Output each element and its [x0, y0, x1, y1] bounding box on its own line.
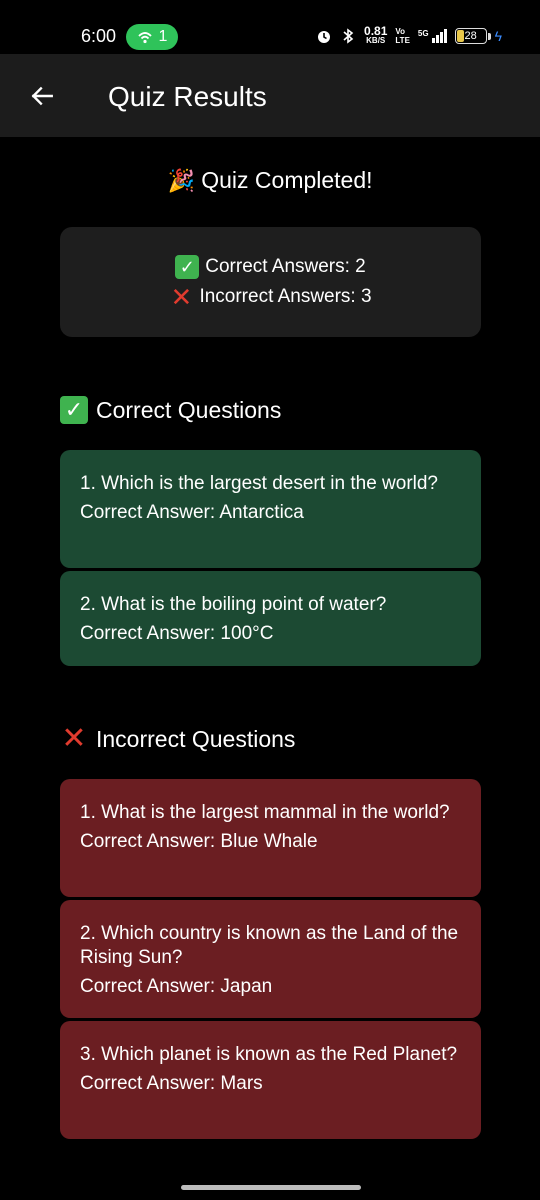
cross-mark-icon: ✕ [61, 722, 87, 755]
volte-indicator: Vo LTE [395, 27, 410, 45]
hotspot-icon [137, 32, 152, 44]
incorrect-count-line: ✕ Incorrect Answers: 3 [169, 282, 372, 312]
home-indicator[interactable] [181, 1185, 361, 1190]
back-button[interactable] [22, 76, 62, 116]
correct-count-text: Correct Answers: 2 [205, 256, 366, 277]
answer-text: Correct Answer: 100°C [80, 623, 274, 644]
arrow-left-icon [31, 86, 53, 106]
incorrect-count-text: Incorrect Answers: 3 [199, 286, 372, 307]
question-text: 2. Which country is known as the Land of… [80, 923, 459, 968]
answer-text: Correct Answer: Mars [80, 1073, 263, 1094]
question-text: 2. What is the boiling point of water? [80, 594, 387, 615]
party-popper-icon: 🎉 [167, 168, 195, 193]
status-bar: 6:00 1 0.81 KB/S Vo LTE 5G 28 ϟ [0, 0, 540, 54]
network-speed: 0.81 KB/S [364, 24, 388, 45]
question-text: 3. Which planet is known as the Red Plan… [80, 1044, 458, 1065]
battery-icon: 28 [454, 28, 487, 44]
status-icons: 0.81 KB/S Vo LTE 5G 28 ϟ [316, 24, 502, 48]
app-bar: Quiz Results [0, 54, 540, 137]
status-time: 6:00 [81, 26, 117, 46]
check-mark-icon: ✓ [60, 396, 88, 424]
answer-text: Correct Answer: Antarctica [80, 502, 304, 523]
incorrect-question-card: 3. Which planet is known as the Red Plan… [60, 1021, 481, 1139]
hotspot-count: 1 [158, 28, 168, 45]
incorrect-question-card: 2. Which country is known as the Land of… [60, 900, 481, 1018]
bluetooth-icon [343, 28, 354, 44]
hotspot-indicator: 1 [126, 24, 178, 50]
correct-questions-heading: ✓ Correct Questions [60, 396, 281, 424]
quiz-completed-text: Quiz Completed! [201, 167, 373, 193]
page-title: Quiz Results [108, 81, 267, 112]
alarm-icon [318, 31, 331, 43]
question-text: 1. What is the largest mammal in the wor… [80, 802, 450, 823]
answer-text: Correct Answer: Blue Whale [80, 831, 318, 852]
correct-question-card: 2. What is the boiling point of water? C… [60, 571, 481, 666]
correct-count-line: ✓ Correct Answers: 2 [175, 255, 366, 279]
summary-card: ✓ Correct Answers: 2 ✕ Incorrect Answers… [60, 227, 481, 337]
signal-icon: 5G [418, 29, 447, 43]
quiz-completed-heading: 🎉 Quiz Completed! [0, 167, 540, 194]
incorrect-question-card: 1. What is the largest mammal in the wor… [60, 779, 481, 897]
answer-text: Correct Answer: Japan [80, 976, 273, 997]
check-mark-icon: ✓ [175, 255, 200, 279]
cross-mark-icon: ✕ [170, 282, 193, 312]
question-text: 1. Which is the largest desert in the wo… [80, 473, 439, 494]
charging-icon: ϟ [494, 28, 502, 44]
correct-question-card: 1. Which is the largest desert in the wo… [60, 450, 481, 568]
battery-tip [487, 32, 491, 40]
incorrect-questions-heading: ✕ Incorrect Questions [61, 722, 296, 755]
